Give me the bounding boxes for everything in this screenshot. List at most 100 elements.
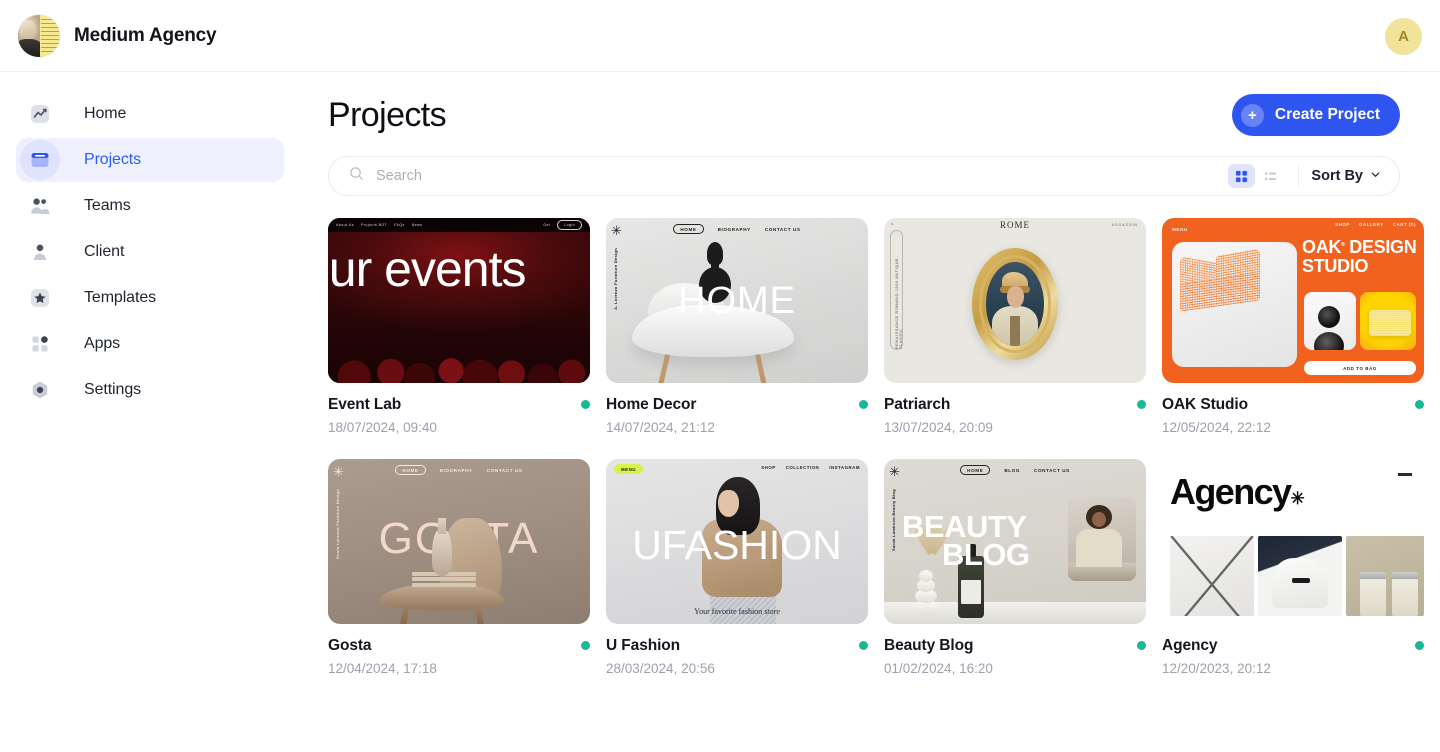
sidebar-item-label: Settings <box>84 381 142 398</box>
chevron-down-icon <box>1370 168 1381 184</box>
toolbar-divider <box>1298 166 1300 186</box>
project-card[interactable]: ✳ Gosta Larsson Furniture Design HOME BI… <box>328 459 590 676</box>
thumb-vase-illustration <box>432 518 452 576</box>
thumb-site-nav: About Us Projects BOT FAQs News Get Logi… <box>328 218 590 232</box>
portrait-hat <box>1000 272 1030 293</box>
user-avatar[interactable]: A <box>1385 18 1422 55</box>
project-thumbnail[interactable]: MENU SHOP GALLERY CART (0) OAK® DESIGN S… <box>1162 218 1424 383</box>
sidebar-item-client[interactable]: Client <box>16 230 284 274</box>
toolbar: Sort By <box>328 156 1400 196</box>
project-thumbnail[interactable]: Agency✳ <box>1162 459 1424 624</box>
sidebar-item-settings[interactable]: Settings <box>16 368 284 412</box>
project-thumbnail[interactable]: About Us Projects BOT FAQs News Get Logi… <box>328 218 590 383</box>
photo-person-face <box>1092 512 1106 527</box>
projects-grid: About Us Projects BOT FAQs News Get Logi… <box>328 218 1440 676</box>
photo-person-body <box>1076 529 1122 567</box>
thumb-nav-right: ASSASSIN <box>1111 222 1138 227</box>
sidebar: Home Projects Teams Client Templates App… <box>0 72 300 752</box>
person-icon <box>20 232 60 272</box>
search-input[interactable] <box>376 168 1227 184</box>
menu-dash-icon <box>1398 473 1412 476</box>
grid-apps-icon <box>20 324 60 364</box>
bottle-object <box>1392 572 1418 616</box>
project-thumbnail[interactable]: 4 ROME ASSASSIN RENAISSANCE ROMANO 1500 … <box>884 218 1146 383</box>
project-meta: Beauty Blog 01/02/2024, 16:20 <box>884 637 1146 676</box>
project-thumbnail[interactable]: MENU SHOP COLLECTION INSTAGRAM UFASHION … <box>606 459 868 624</box>
sort-by-dropdown[interactable]: Sort By <box>1311 168 1387 184</box>
top-bar: Medium Agency A <box>0 0 1440 72</box>
tagline-plain: Your favorite fashion <box>694 607 765 616</box>
create-project-label: Create Project <box>1274 106 1380 123</box>
sidebar-item-home[interactable]: Home <box>16 92 284 136</box>
oak-word: OAK <box>1302 237 1342 257</box>
tshirt-tag <box>1292 578 1310 583</box>
project-thumbnail[interactable]: ✳ Gosta Larsson Furniture Design HOME BI… <box>328 459 590 624</box>
project-card[interactable]: ✳ Sarah Lambson Beauty Blog HOME BLOG CO… <box>884 459 1146 676</box>
speaker-cone <box>1318 306 1340 328</box>
search-wrap[interactable] <box>349 166 1227 186</box>
project-card[interactable]: ✳ A. Lorenzo Furniture Design HOME BIOGR… <box>606 218 868 435</box>
sidebar-item-label: Templates <box>84 289 157 306</box>
thumb-inset-photo <box>1068 497 1136 581</box>
thumb-site-nav: HOME BIOGRAPHY CONTACT US <box>328 459 590 481</box>
thumb-hero-text: HOME <box>678 280 796 322</box>
thumb-nav-right: SHOP GALLERY CART (0) <box>1335 222 1416 227</box>
sidebar-item-projects[interactable]: Projects <box>16 138 284 182</box>
create-project-button[interactable]: + Create Project <box>1231 94 1400 136</box>
project-date: 18/07/2024, 09:40 <box>328 420 437 435</box>
project-name: U Fashion <box>606 637 681 654</box>
thumb-image-strip <box>1170 536 1424 616</box>
studio-word: STUDIO <box>1302 255 1369 276</box>
project-thumbnail[interactable]: ✳ Sarah Lambson Beauty Blog HOME BLOG CO… <box>884 459 1146 624</box>
thumb-vertical-label: Sarah Lambson Beauty Blog <box>891 489 896 551</box>
sidebar-item-label: Apps <box>84 335 121 352</box>
project-date: 28/03/2024, 20:56 <box>606 661 715 676</box>
speaker-cone <box>1314 332 1344 350</box>
agency-word: Agency <box>1170 471 1292 512</box>
thumb-cta-button: ADD TO BAG <box>1304 361 1416 375</box>
sidebar-item-teams[interactable]: Teams <box>16 184 284 228</box>
project-card[interactable]: MENU SHOP COLLECTION INSTAGRAM UFASHION … <box>606 459 868 676</box>
thumb-portrait <box>986 262 1044 346</box>
list-view-button[interactable] <box>1257 164 1284 188</box>
project-card[interactable]: About Us Projects BOT FAQs News Get Logi… <box>328 218 590 435</box>
project-thumbnail[interactable]: ✳ A. Lorenzo Furniture Design HOME BIOGR… <box>606 218 868 383</box>
nav-link: INSTAGRAM <box>829 465 860 470</box>
thumb-hero-text: UFASHION <box>632 522 842 568</box>
project-name: Event Lab <box>328 396 402 413</box>
brand[interactable]: Medium Agency <box>18 14 217 57</box>
nav-link: BLOG <box>1004 467 1021 473</box>
sidebar-item-label: Projects <box>84 151 141 168</box>
brand-avatar <box>18 14 60 57</box>
portrait-face <box>1007 286 1024 308</box>
bottle-object <box>1360 572 1386 616</box>
sidebar-item-templates[interactable]: Templates <box>16 276 284 320</box>
strip-image-bottles <box>1346 536 1424 616</box>
project-meta: Agency 12/20/2023, 20:12 <box>1162 637 1424 676</box>
radio-object <box>1369 310 1411 336</box>
nav-link: CONTACT US <box>764 226 801 232</box>
sidebar-item-apps[interactable]: Apps <box>16 322 284 366</box>
nav-link: About Us <box>336 223 354 227</box>
project-date: 01/02/2024, 16:20 <box>884 661 993 676</box>
project-card[interactable]: Agency✳ Agency 12/20/2023, 20:12 <box>1162 459 1424 676</box>
thumb-hero-text: Agency✳ <box>1170 471 1305 513</box>
nav-link: FAQs <box>394 223 405 227</box>
sort-by-label: Sort By <box>1311 168 1363 184</box>
project-card[interactable]: MENU SHOP GALLERY CART (0) OAK® DESIGN S… <box>1162 218 1424 435</box>
nav-link: Login <box>557 220 582 230</box>
nav-link: Projects BOT <box>360 223 388 227</box>
design-word: DESIGN <box>1349 237 1417 257</box>
grid-view-button[interactable] <box>1228 164 1256 188</box>
project-name: Home Decor <box>606 396 697 413</box>
sidebar-item-label: Teams <box>84 197 131 214</box>
plus-icon: + <box>1240 103 1264 127</box>
chart-line-icon <box>20 94 60 134</box>
project-meta: Home Decor 14/07/2024, 21:12 <box>606 396 868 435</box>
project-card[interactable]: 4 ROME ASSASSIN RENAISSANCE ROMANO 1500 … <box>884 218 1146 435</box>
sidebar-item-label: Home <box>84 105 127 122</box>
thumb-vase-illustration <box>912 564 940 616</box>
asterisk-icon: ✳ <box>1290 489 1304 508</box>
nav-link: CART (0) <box>1392 222 1416 227</box>
nav-link: HOME <box>395 464 426 476</box>
